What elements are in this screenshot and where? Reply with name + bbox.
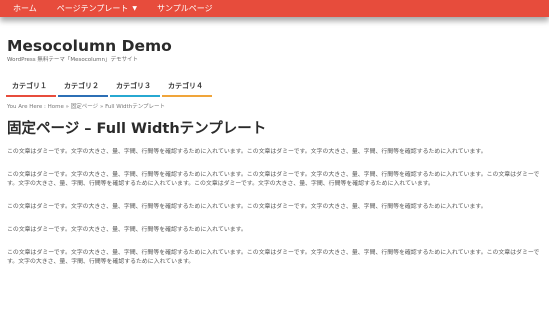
category-navigation: カテゴリ１ カテゴリ２ カテゴリ３ カテゴリ４ xyxy=(6,80,214,97)
category-item-2[interactable]: カテゴリ２ xyxy=(58,80,108,97)
content-paragraph: この文章はダミーです。文字の大きさ、量、字間、行間等を確認するために入れています… xyxy=(7,204,487,210)
breadcrumb: You Are Here : Home » 固定ページ » Full Width… xyxy=(7,103,165,111)
breadcrumb-current: Full Widthテンプレート xyxy=(105,104,166,110)
page-content: この文章はダミーです。文字の大きさ、量、字間、行間等を確認するために入れています… xyxy=(7,148,543,267)
category-item-4[interactable]: カテゴリ４ xyxy=(162,80,212,97)
content-paragraph: この文章はダミーです。文字の大きさ、量、字間、行間等を確認するために入れています… xyxy=(7,227,247,233)
category-item-3[interactable]: カテゴリ３ xyxy=(110,80,160,97)
breadcrumb-home-link[interactable]: Home xyxy=(48,104,64,110)
site-description: WordPress 無料テーマ「Mesocolumn」デモサイト xyxy=(7,57,138,63)
breadcrumb-separator: » xyxy=(65,104,70,110)
topnav-item-page-templates[interactable]: ページテンプレート ▼ xyxy=(57,0,137,17)
site-title[interactable]: Mesocolumn Demo xyxy=(7,36,172,56)
breadcrumb-separator: » xyxy=(99,104,104,110)
category-item-1[interactable]: カテゴリ１ xyxy=(6,80,56,97)
top-navigation-bar: ホーム ページテンプレート ▼ サンプルページ xyxy=(0,0,549,17)
content-paragraph: この文章はダミーです。文字の大きさ、量、字間、行間等を確認するために入れています… xyxy=(7,250,540,265)
topnav-item-label: ホーム xyxy=(13,4,37,13)
topnav-item-label: サンプルページ xyxy=(157,4,213,13)
topnav-item-home[interactable]: ホーム xyxy=(13,0,37,17)
breadcrumb-parent-link[interactable]: 固定ページ xyxy=(71,104,98,110)
topnav-item-label: ページテンプレート xyxy=(56,4,129,13)
chevron-down-icon: ▼ xyxy=(132,4,137,12)
topnav-item-sample-page[interactable]: サンプルページ xyxy=(157,0,213,17)
content-paragraph: この文章はダミーです。文字の大きさ、量、字間、行間等を確認するために入れています… xyxy=(7,149,487,155)
content-paragraph: この文章はダミーです。文字の大きさ、量、字間、行間等を確認するために入れています… xyxy=(7,172,540,187)
breadcrumb-prefix: You Are Here : xyxy=(7,104,46,110)
page-title: 固定ページ – Full Widthテンプレート xyxy=(7,121,267,137)
